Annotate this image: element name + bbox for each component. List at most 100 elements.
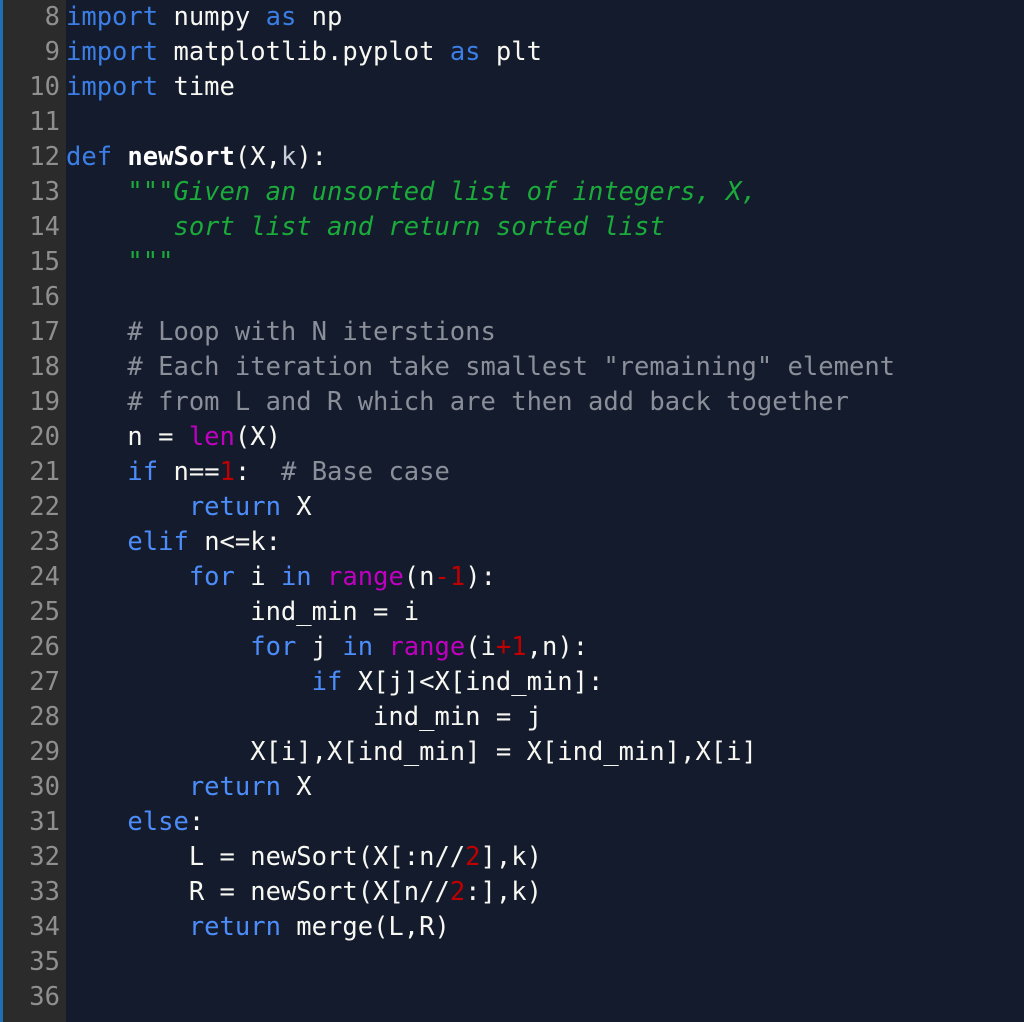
code-line-text[interactable]: L = newSort(X[:n//2],k) xyxy=(66,840,542,875)
line-number[interactable]: 10 xyxy=(0,70,60,105)
code-line-text[interactable]: elif n<=k: xyxy=(66,525,281,560)
code-token-plain: X xyxy=(280,772,312,802)
code-line-text[interactable]: # Loop with N iterstions xyxy=(66,315,495,350)
code-line[interactable]: 8 import numpy as np xyxy=(0,0,1024,35)
line-number[interactable]: 33 xyxy=(0,875,60,910)
code-token-plain: n = xyxy=(66,422,189,452)
code-line-text[interactable]: for j in range(i+1,n): xyxy=(66,630,588,665)
code-token-num: +1 xyxy=(495,632,527,662)
line-number[interactable]: 30 xyxy=(0,770,60,805)
code-token-plain: ): xyxy=(296,142,328,172)
code-line-text[interactable]: ind_min = j xyxy=(66,700,542,735)
code-line-text[interactable]: """ xyxy=(66,245,173,280)
line-number[interactable]: 34 xyxy=(0,910,60,945)
code-line-text[interactable]: n = len(X) xyxy=(66,420,281,455)
code-content-area[interactable]: 8 import numpy as np 9 import matplotlib.py… xyxy=(0,0,1024,1022)
code-line-text[interactable]: import numpy as np xyxy=(66,0,342,35)
line-number[interactable]: 23 xyxy=(0,525,60,560)
code-line[interactable]: 30 return X xyxy=(0,770,1024,805)
code-line[interactable]: 20 n = len(X) xyxy=(0,420,1024,455)
code-line-text[interactable]: if X[j]<X[ind_min]: xyxy=(66,665,604,700)
code-line-text[interactable]: for i in range(n-1): xyxy=(66,560,496,595)
code-line-text[interactable]: """Given an unsorted list of integers, X… xyxy=(66,175,756,210)
code-line[interactable]: 16 xyxy=(0,280,1024,315)
line-number[interactable]: 15 xyxy=(0,245,60,280)
code-line[interactable]: 23 elif n<=k: xyxy=(0,525,1024,560)
code-token-plain: X[j]<X[ind_min]: xyxy=(342,667,604,697)
code-line[interactable]: 34 return merge(L,R) xyxy=(0,910,1024,945)
line-number[interactable]: 19 xyxy=(0,385,60,420)
code-line[interactable]: 26 for j in range(i+1,n): xyxy=(0,630,1024,665)
line-number[interactable]: 22 xyxy=(0,490,60,525)
code-line-text[interactable]: ind_min = i xyxy=(66,595,419,630)
code-line[interactable]: 21 if n==1: # Base case xyxy=(0,455,1024,490)
code-line-text[interactable]: sort list and return sorted list xyxy=(66,210,664,245)
code-line[interactable]: 32 L = newSort(X[:n//2],k) xyxy=(0,840,1024,875)
code-line[interactable]: 29 X[i],X[ind_min] = X[ind_min],X[i] xyxy=(0,735,1024,770)
code-line[interactable]: 15 """ xyxy=(0,245,1024,280)
line-number[interactable]: 29 xyxy=(0,735,60,770)
line-number[interactable]: 16 xyxy=(0,280,60,315)
code-token-kw2: for xyxy=(188,562,235,592)
code-line-text[interactable]: # Each iteration take smallest "remainin… xyxy=(66,350,895,385)
code-line-text[interactable]: return merge(L,R) xyxy=(66,910,450,945)
code-token-kw2: if xyxy=(127,457,159,487)
code-line-text[interactable]: X[i],X[ind_min] = X[ind_min],X[i] xyxy=(66,735,757,770)
line-number[interactable]: 11 xyxy=(0,105,60,140)
code-editor[interactable]: 8 import numpy as np 9 import matplotlib.py… xyxy=(0,0,1024,1022)
code-line[interactable]: 25 ind_min = i xyxy=(0,595,1024,630)
code-line-text[interactable]: R = newSort(X[n//2:],k) xyxy=(66,875,542,910)
line-number[interactable]: 8 xyxy=(0,0,60,35)
line-number[interactable]: 13 xyxy=(0,175,60,210)
code-line[interactable]: 22 return X xyxy=(0,490,1024,525)
line-number[interactable]: 32 xyxy=(0,840,60,875)
code-line-text[interactable]: else: xyxy=(66,805,204,840)
line-number[interactable]: 28 xyxy=(0,700,60,735)
code-line-text[interactable]: if n==1: # Base case xyxy=(66,455,449,490)
line-number[interactable]: 26 xyxy=(0,630,60,665)
code-token-plain: ind_min = i xyxy=(66,597,420,627)
line-number[interactable]: 35 xyxy=(0,945,60,980)
code-line[interactable]: 9 import matplotlib.pyplot as plt xyxy=(0,35,1024,70)
code-line[interactable]: 11 xyxy=(0,105,1024,140)
line-number[interactable]: 31 xyxy=(0,805,60,840)
line-number[interactable]: 20 xyxy=(0,420,60,455)
code-line[interactable]: 18 # Each iteration take smallest "remai… xyxy=(0,350,1024,385)
line-number[interactable]: 12 xyxy=(0,140,60,175)
line-number[interactable]: 21 xyxy=(0,455,60,490)
line-number[interactable]: 17 xyxy=(0,315,60,350)
code-line[interactable]: 10 import time xyxy=(0,70,1024,105)
code-line-text[interactable]: return X xyxy=(66,770,312,805)
line-number[interactable]: 25 xyxy=(0,595,60,630)
code-line[interactable]: 33 R = newSort(X[n//2:],k) xyxy=(0,875,1024,910)
code-line[interactable]: 13 """Given an unsorted list of integers… xyxy=(0,175,1024,210)
line-number[interactable]: 27 xyxy=(0,665,60,700)
code-token-fn: range xyxy=(327,562,404,592)
code-line[interactable]: 28 ind_min = j xyxy=(0,700,1024,735)
code-line[interactable]: 17 # Loop with N iterstions xyxy=(0,315,1024,350)
code-line[interactable]: 31 else: xyxy=(0,805,1024,840)
line-number[interactable]: 18 xyxy=(0,350,60,385)
code-line[interactable]: 24 for i in range(n-1): xyxy=(0,560,1024,595)
code-line-text[interactable]: return X xyxy=(66,490,312,525)
line-number[interactable]: 36 xyxy=(0,980,60,1015)
code-line-text[interactable]: import time xyxy=(66,70,235,105)
code-line[interactable]: 36 xyxy=(0,980,1024,1015)
code-token-plain: ind_min = j xyxy=(66,702,542,732)
code-line-text[interactable]: import matplotlib.pyplot as plt xyxy=(66,35,542,70)
line-number[interactable]: 24 xyxy=(0,560,60,595)
line-number[interactable]: 9 xyxy=(0,35,60,70)
line-number[interactable]: 14 xyxy=(0,210,60,245)
code-line[interactable]: 27 if X[j]<X[ind_min]: xyxy=(0,665,1024,700)
code-line[interactable]: 14 sort list and return sorted list xyxy=(0,210,1024,245)
code-line[interactable]: 35 xyxy=(0,945,1024,980)
code-line[interactable]: 12 def newSort(X,k): xyxy=(0,140,1024,175)
code-line[interactable]: 19 # from L and R which are then add bac… xyxy=(0,385,1024,420)
code-line-text[interactable]: def newSort(X,k): xyxy=(66,140,327,175)
code-token-num: -1 xyxy=(434,562,466,592)
code-line-text[interactable]: # from L and R which are then add back t… xyxy=(66,385,849,420)
